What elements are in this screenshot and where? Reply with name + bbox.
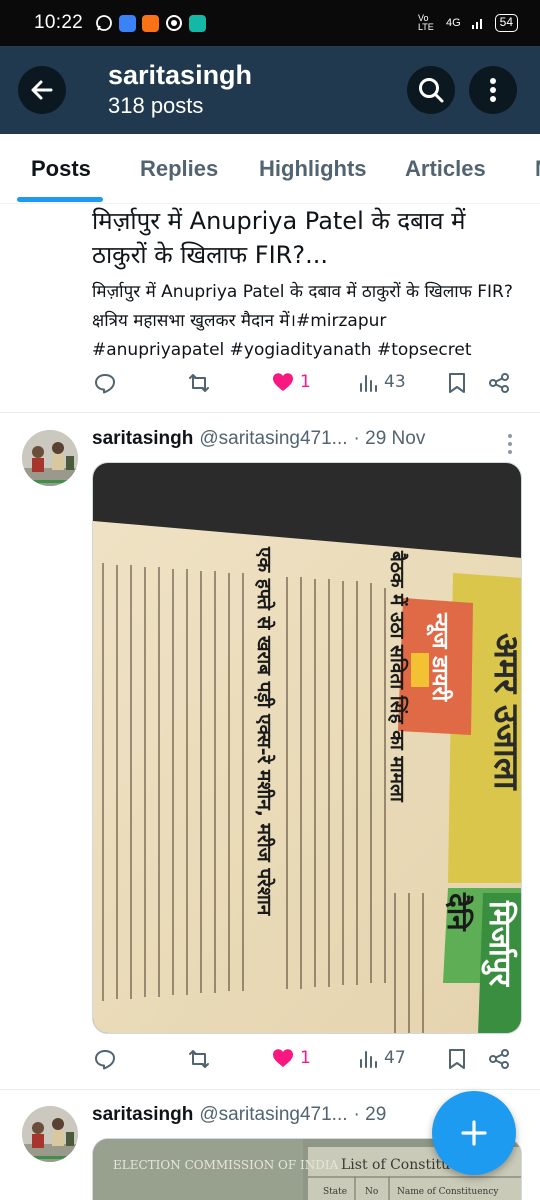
header-text: saritasingh 318 posts xyxy=(108,58,252,120)
newspaper-headline-2: एक हफ्ते से खराब पड़ी एक्स-रे मशीन, मरीज… xyxy=(253,546,276,917)
like-button[interactable]: 1 xyxy=(272,372,311,392)
tab-replies[interactable]: Replies xyxy=(140,156,218,182)
like-count: 1 xyxy=(300,1048,311,1068)
status-time: 10:22 xyxy=(34,12,84,33)
newspaper-headline-1: बैठक में उठा सविता सिंह का मामला xyxy=(386,550,409,803)
document-col-no: No xyxy=(365,1187,378,1197)
repost-icon xyxy=(189,1050,209,1068)
post-image[interactable]: अमर उजाला मिर्जापुर न्यूज डायरी बैठक में… xyxy=(92,462,522,1034)
like-button[interactable]: 1 xyxy=(272,1048,311,1068)
tab-posts[interactable]: Posts xyxy=(31,156,91,182)
post-link-title[interactable]: मिर्ज़ापुर में Anupriya Patel के दबाव मे… xyxy=(92,204,522,272)
share-icon xyxy=(489,1049,509,1069)
signal-icon xyxy=(471,19,482,29)
document-left-heading: ELECTION COMMISSION OF INDIA xyxy=(113,1158,339,1172)
plus-icon xyxy=(461,1120,487,1146)
more-options-button[interactable] xyxy=(469,66,517,114)
post-count: 318 posts xyxy=(108,93,204,118)
document-col-state: State xyxy=(323,1187,347,1197)
share-button[interactable] xyxy=(488,372,510,394)
repost-icon xyxy=(189,374,209,392)
notification-icons xyxy=(95,14,207,32)
view-count: 47 xyxy=(384,1048,406,1068)
compose-button[interactable] xyxy=(432,1091,516,1175)
views-button[interactable]: 47 xyxy=(358,1048,406,1068)
author-name[interactable]: saritasingh xyxy=(92,428,193,450)
author-handle[interactable]: @saritasing471... xyxy=(199,428,347,450)
newspaper-masthead: अमर उजाला xyxy=(486,633,522,791)
post-actions: 1 43 xyxy=(92,372,522,402)
heart-icon xyxy=(273,373,293,391)
active-tab-indicator xyxy=(17,197,103,202)
avatar-photo xyxy=(22,430,78,486)
tab-highlights[interactable]: Highlights xyxy=(259,156,367,182)
views-icon xyxy=(360,1051,377,1068)
post-divider xyxy=(0,412,540,413)
document-col-name: Name of Constituency xyxy=(397,1187,499,1197)
reply-icon xyxy=(95,1050,115,1070)
view-count: 43 xyxy=(384,372,406,392)
reply-button[interactable] xyxy=(94,372,116,394)
battery-indicator: 54 xyxy=(494,14,518,32)
share-button[interactable] xyxy=(488,1048,510,1070)
messages-app-icon xyxy=(189,14,207,32)
profile-name: saritasingh xyxy=(108,60,253,90)
author-handle[interactable]: @saritasing471... xyxy=(199,1104,347,1126)
volte-label: Vo LTE xyxy=(417,13,434,32)
post-actions: 1 47 xyxy=(92,1048,522,1078)
like-count: 1 xyxy=(300,372,311,392)
network-label: 4G xyxy=(445,17,461,29)
newspaper-photo: अमर उजाला मिर्जापुर न्यूज डायरी बैठक में… xyxy=(93,463,522,1033)
heart-icon xyxy=(273,1049,293,1067)
arrow-left-icon xyxy=(31,80,53,100)
post-header: saritasingh @saritasing471... · 29 Nov xyxy=(92,428,522,450)
bookmark-button[interactable] xyxy=(448,1048,466,1070)
gallery-app-icon xyxy=(142,14,160,32)
whatsapp-icon xyxy=(96,15,112,31)
tab-articles[interactable]: Articles xyxy=(405,156,486,182)
reply-icon xyxy=(95,374,115,394)
back-button[interactable] xyxy=(18,66,66,114)
views-button[interactable]: 43 xyxy=(358,372,406,392)
bookmark-icon xyxy=(449,373,465,393)
more-vertical-icon xyxy=(508,434,512,454)
post-date: · 29 Nov xyxy=(353,428,426,449)
post-menu-button[interactable] xyxy=(500,432,520,456)
post-divider xyxy=(0,1089,540,1090)
avatar[interactable] xyxy=(22,1106,78,1162)
more-vertical-icon xyxy=(490,78,496,102)
avatar-photo xyxy=(22,1106,78,1162)
profile-tabs: Posts Replies Highlights Articles M xyxy=(0,134,540,204)
repost-button[interactable] xyxy=(188,372,210,394)
system-status: Vo LTE 4G 54 xyxy=(418,14,518,32)
avatar[interactable] xyxy=(22,430,78,486)
profile-header: saritasingh 318 posts xyxy=(0,46,540,134)
author-name[interactable]: saritasingh xyxy=(92,1104,193,1126)
repost-button[interactable] xyxy=(188,1048,210,1070)
reply-button[interactable] xyxy=(94,1048,116,1070)
newspaper-side-text: दैनि xyxy=(441,892,474,932)
status-bar: 10:22 Vo LTE 4G 54 xyxy=(0,0,540,46)
search-button[interactable] xyxy=(407,66,455,114)
post-text: मिर्ज़ापुर में Anupriya Patel के दबाव मे… xyxy=(92,282,513,360)
post-date: · 29 xyxy=(353,1104,387,1125)
search-icon xyxy=(419,78,444,103)
tab-media[interactable]: M xyxy=(535,156,540,182)
chrome-icon xyxy=(166,15,183,31)
share-icon xyxy=(489,373,509,393)
views-icon xyxy=(360,375,377,392)
bookmark-icon xyxy=(449,1049,465,1069)
newspaper-brand: न्यूज डायरी xyxy=(426,612,454,702)
newspaper-city: मिर्जापुर xyxy=(481,900,518,988)
bookmark-button[interactable] xyxy=(448,372,466,394)
files-app-icon xyxy=(119,14,137,32)
